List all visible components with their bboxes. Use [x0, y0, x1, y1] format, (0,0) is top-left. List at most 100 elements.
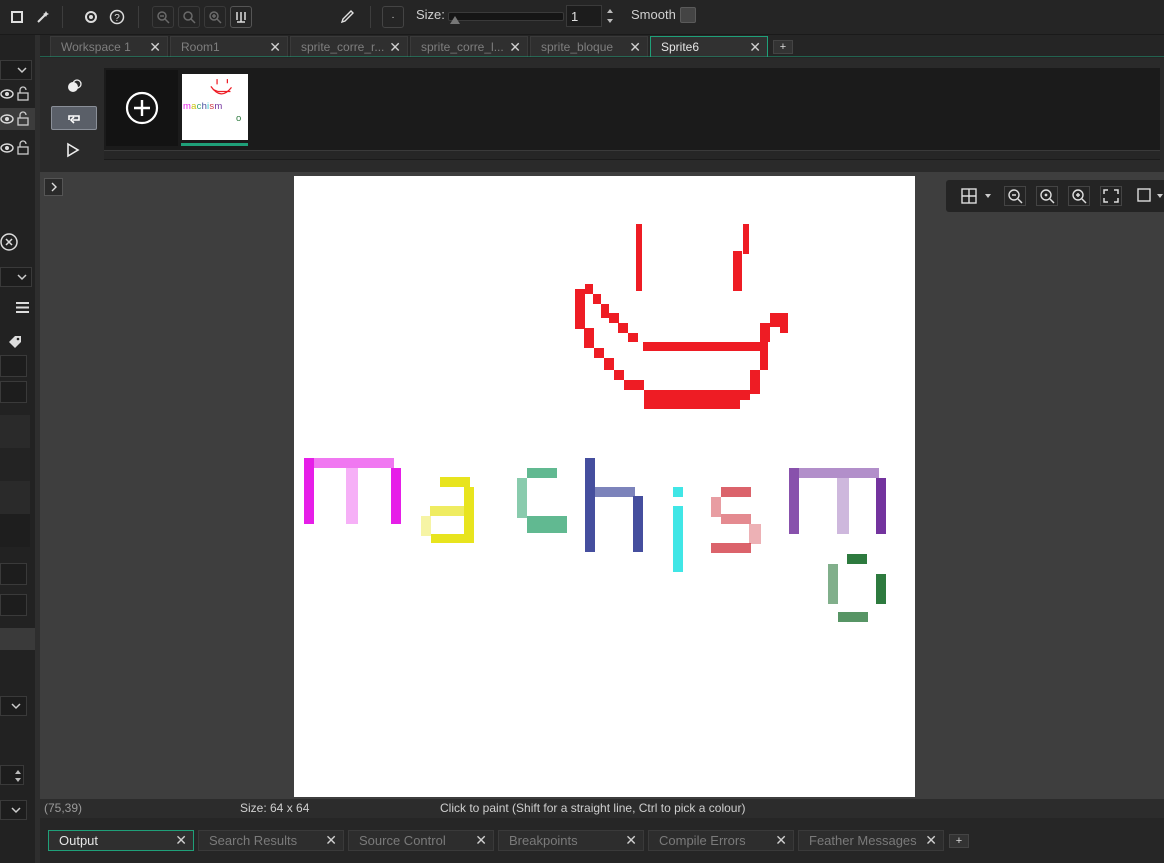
close-icon[interactable]: ✕ — [509, 39, 521, 56]
chevron-down-icon[interactable] — [984, 193, 992, 199]
tab-sprite6[interactable]: Sprite6 ✕ — [650, 36, 768, 57]
layer-row[interactable] — [0, 137, 35, 159]
pencil-tool-icon[interactable] — [336, 6, 358, 28]
background-color-icon[interactable] — [1136, 187, 1152, 208]
magic-wand-icon[interactable] — [32, 6, 54, 28]
tab-room1[interactable]: Room1 ✕ — [170, 36, 288, 57]
status-bar: (75,39) Size: 64 x 64 Click to paint (Sh… — [40, 799, 1164, 818]
size-input[interactable]: 1 — [566, 5, 602, 27]
zoom-out-icon[interactable] — [152, 6, 174, 28]
tab-compile-errors[interactable]: Compile Errors ✕ — [648, 830, 794, 851]
size-label: Size: — [416, 7, 445, 22]
zoom-out-icon[interactable] — [1004, 186, 1026, 206]
zoom-in-icon[interactable] — [1068, 186, 1090, 206]
close-icon[interactable]: ✕ — [629, 39, 641, 56]
swatch-list[interactable] — [0, 415, 30, 547]
tabstrip-underline — [40, 56, 1164, 57]
tab-breakpoints[interactable]: Breakpoints ✕ — [498, 830, 644, 851]
close-icon[interactable]: ✕ — [269, 39, 281, 56]
frame-strip — [104, 68, 1160, 160]
number-stepper[interactable] — [0, 765, 24, 785]
property-field[interactable] — [0, 563, 27, 585]
close-icon[interactable]: ✕ — [775, 832, 787, 849]
add-output-tab-button[interactable]: + — [949, 834, 969, 848]
chevron-down-icon — [11, 703, 21, 710]
option-dropdown[interactable] — [0, 800, 27, 820]
toolbar-divider — [62, 6, 63, 28]
onion-skin-icon[interactable] — [230, 6, 252, 28]
chevron-down-icon[interactable] — [1156, 193, 1164, 199]
zoom-in-icon[interactable] — [204, 6, 226, 28]
close-icon[interactable]: ✕ — [475, 832, 487, 849]
close-icon[interactable]: ✕ — [925, 832, 937, 849]
zoom-reset-icon[interactable] — [1036, 186, 1058, 206]
close-circle-icon[interactable] — [0, 232, 20, 252]
tab-sprite-corre-l[interactable]: sprite_corre_l... ✕ — [410, 36, 528, 57]
play-icon[interactable] — [66, 142, 80, 163]
size-stepper[interactable] — [604, 5, 616, 27]
add-tab-button[interactable]: + — [773, 40, 793, 54]
frame-thumbnail[interactable]: machism o — [182, 74, 248, 140]
tab-sprite-bloque[interactable]: sprite_bloque ✕ — [530, 36, 648, 57]
tab-output[interactable]: Output ✕ — [48, 830, 194, 851]
add-frame-button[interactable] — [106, 70, 178, 146]
zoom-reset-icon[interactable] — [178, 6, 200, 28]
close-icon[interactable]: ✕ — [149, 39, 161, 56]
property-field[interactable] — [0, 381, 27, 403]
tab-label: Compile Errors — [659, 833, 746, 848]
close-icon[interactable]: ✕ — [749, 39, 761, 56]
layer-row[interactable] — [0, 83, 35, 105]
tab-workspace-1[interactable]: Workspace 1 ✕ — [50, 36, 168, 57]
onion-toggle-icon[interactable] — [66, 78, 82, 99]
layer-dropdown[interactable] — [0, 60, 32, 80]
tab-feather-messages[interactable]: Feather Messages ✕ — [798, 830, 944, 851]
eye-icon[interactable] — [0, 113, 14, 125]
unlock-icon[interactable] — [17, 86, 29, 101]
chevron-down-icon — [17, 67, 27, 74]
expand-panel-button[interactable] — [44, 178, 63, 196]
property-field[interactable] — [0, 355, 27, 377]
unlock-icon[interactable] — [17, 111, 29, 126]
help-icon[interactable]: ? — [106, 6, 128, 28]
grid-icon[interactable] — [960, 187, 980, 205]
layer-row-selected[interactable] — [0, 108, 35, 130]
highlighted-row[interactable] — [0, 628, 35, 650]
tab-label: Sprite6 — [661, 40, 700, 54]
close-icon[interactable]: ✕ — [325, 832, 337, 849]
tab-label: Search Results — [209, 833, 298, 848]
letter-m-purple — [789, 468, 886, 534]
tab-source-control[interactable]: Source Control ✕ — [348, 830, 494, 851]
thumbnail-text-o: o — [236, 113, 242, 124]
letter-s-rose — [711, 487, 761, 553]
menu-lines-icon[interactable] — [15, 301, 30, 314]
smooth-checkbox[interactable] — [680, 7, 696, 23]
eye-icon[interactable] — [0, 88, 14, 100]
tab-sprite-corre-r[interactable]: sprite_corre_r... ✕ — [290, 36, 408, 57]
brush-preview[interactable]: · — [382, 6, 404, 28]
slider-handle-icon[interactable] — [449, 15, 461, 25]
property-field[interactable] — [0, 594, 27, 616]
loop-toggle-button[interactable] — [51, 106, 97, 130]
tab-search-results[interactable]: Search Results ✕ — [198, 830, 344, 851]
close-icon[interactable]: ✕ — [625, 832, 637, 849]
svg-text:?: ? — [114, 13, 120, 24]
brush-size-slider[interactable] — [448, 12, 564, 24]
letter-h-navy — [585, 458, 643, 552]
frame-scrollbar[interactable] — [104, 150, 1160, 159]
fit-to-screen-icon[interactable] — [1100, 186, 1122, 206]
close-icon[interactable]: ✕ — [175, 832, 187, 849]
properties-dropdown[interactable] — [0, 267, 32, 287]
option-dropdown[interactable] — [0, 696, 27, 716]
chevron-down-icon — [17, 274, 27, 281]
plus-circle-icon — [125, 91, 159, 125]
toolbar-divider — [138, 6, 139, 28]
close-icon[interactable]: ✕ — [389, 39, 401, 56]
unlock-icon[interactable] — [17, 140, 29, 155]
sprite-canvas[interactable] — [294, 176, 915, 797]
sprite-size: Size: 64 x 64 — [240, 801, 310, 815]
eye-icon[interactable] — [0, 142, 14, 154]
settings-gear-icon[interactable] — [80, 6, 102, 28]
smiley-drawing — [575, 224, 788, 409]
tag-icon[interactable] — [7, 334, 23, 350]
rectangle-select-icon[interactable] — [6, 6, 28, 28]
